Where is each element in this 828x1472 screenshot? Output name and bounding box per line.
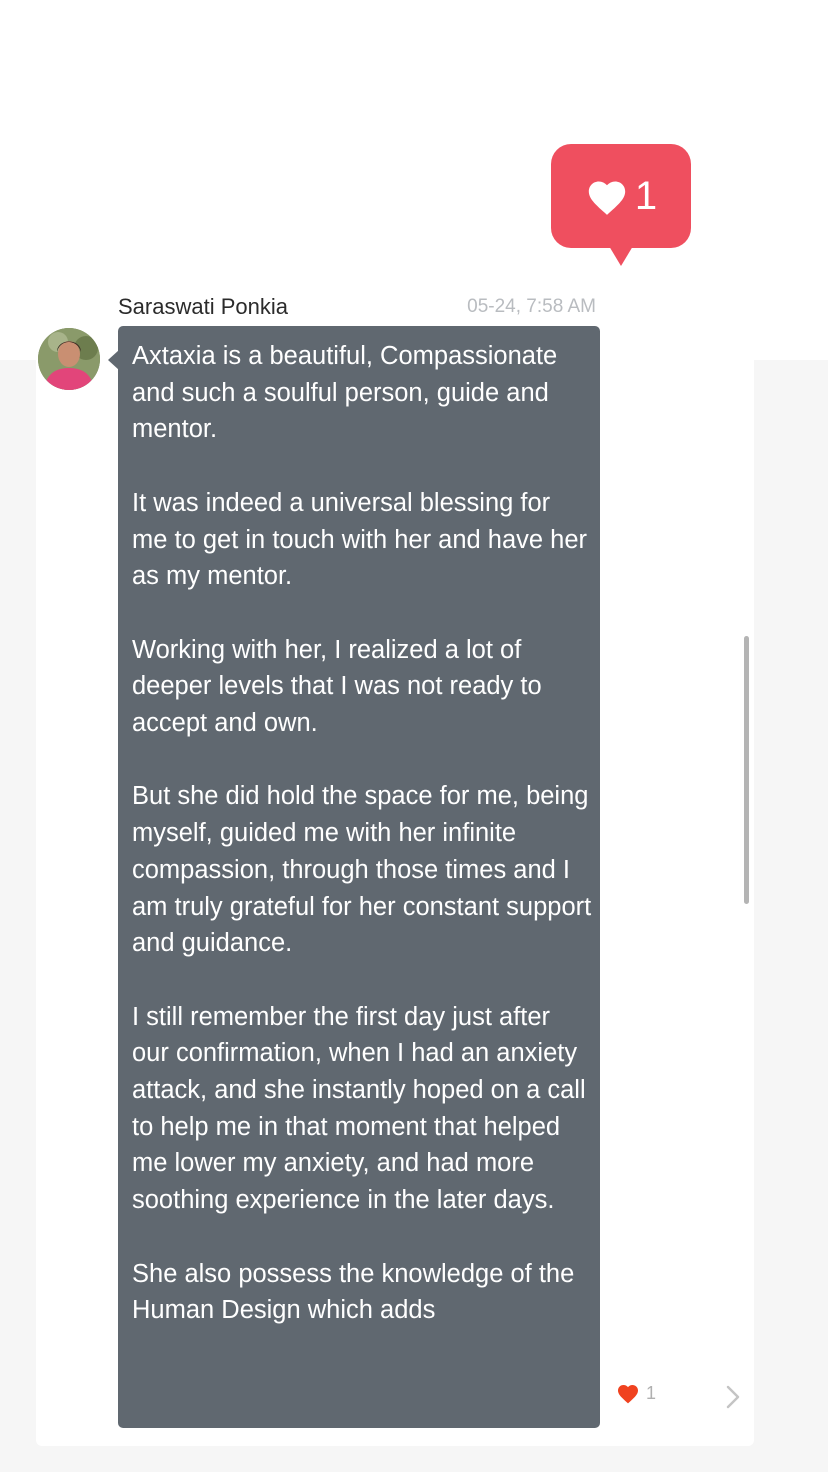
like-count: 1 — [634, 174, 658, 218]
next-button[interactable] — [722, 1384, 744, 1410]
heart-icon — [588, 181, 626, 215]
scrollbar[interactable] — [744, 636, 749, 904]
sender-name: Saraswati Ponkia — [118, 294, 288, 319]
heart-icon — [618, 1385, 638, 1404]
like-notification-badge[interactable]: 1 — [551, 144, 691, 266]
reaction-count: 1 — [646, 1382, 657, 1403]
reaction-like-button[interactable]: 1 — [616, 1382, 656, 1404]
page: 1 Saraswati Ponkia 05-24, 7:58 AM Axtaxi… — [0, 0, 828, 1472]
message-bubble: Axtaxia is a beautiful, Compassionate an… — [118, 326, 600, 1428]
avatar[interactable] — [38, 328, 100, 390]
message-timestamp: 05-24, 7:58 AM — [467, 296, 596, 317]
message-text: Axtaxia is a beautiful, Compassionate an… — [132, 342, 592, 1325]
chevron-right-icon — [726, 1385, 740, 1409]
